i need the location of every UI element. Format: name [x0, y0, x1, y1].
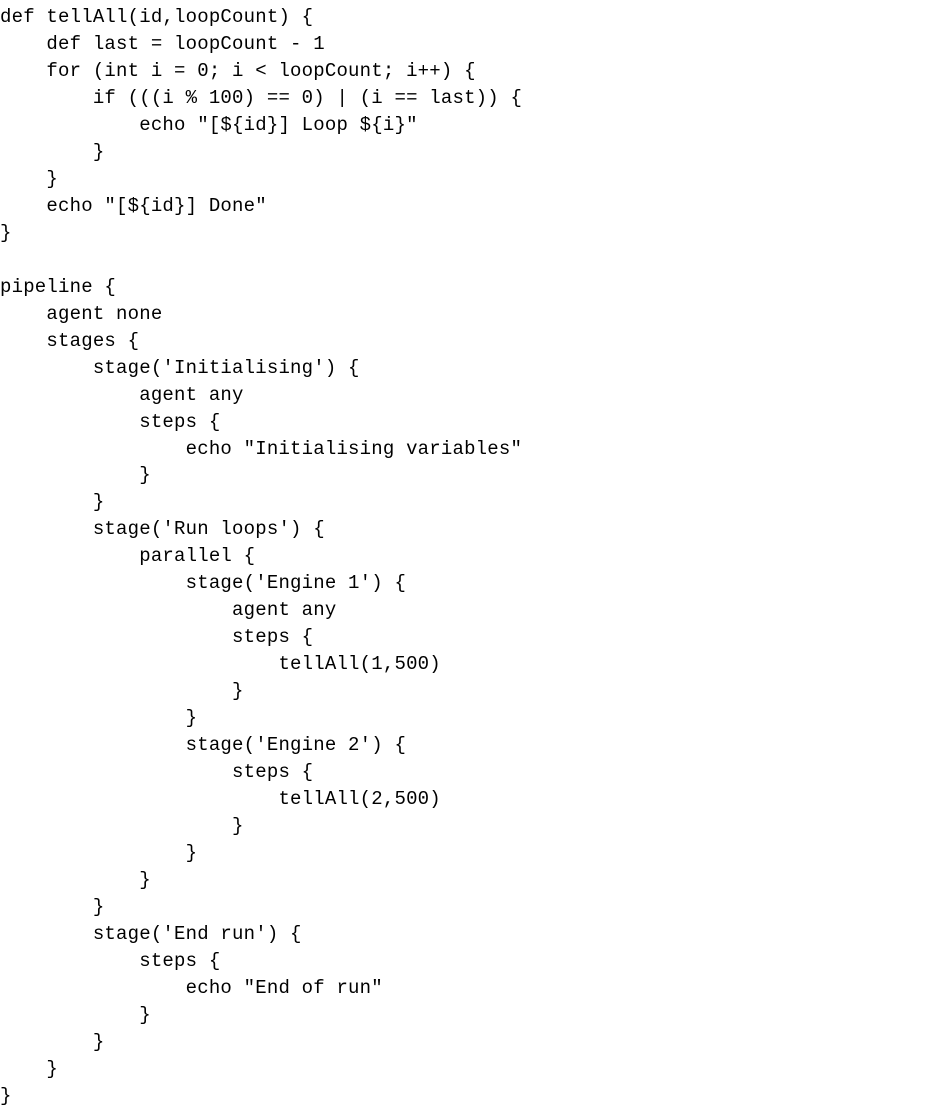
code-block: def tellAll(id,loopCount) { def last = l… [0, 0, 940, 1110]
